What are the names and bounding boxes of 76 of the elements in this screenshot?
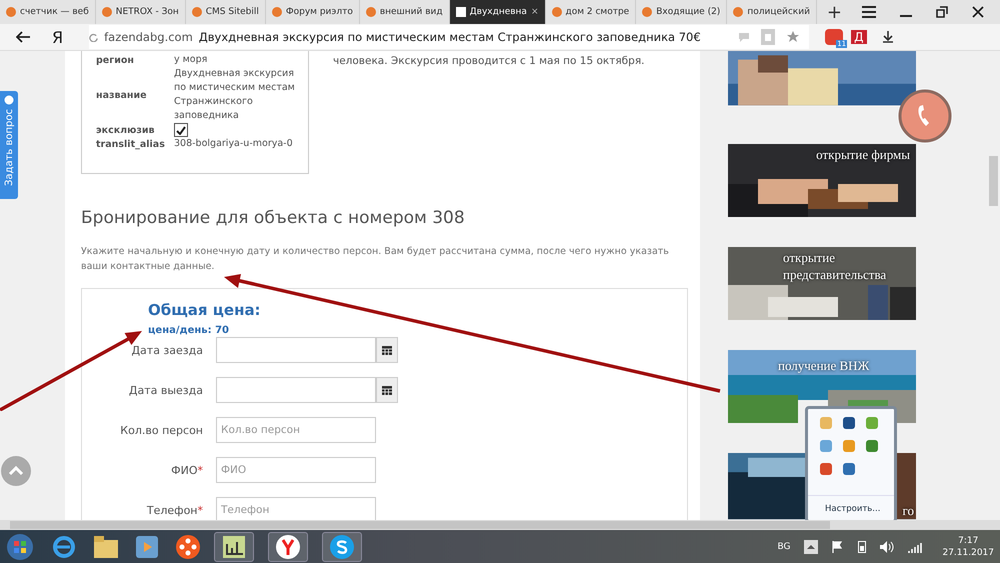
property-label: название <box>96 90 148 100</box>
close-tab-button[interactable]: × <box>530 7 538 17</box>
chart-app-icon[interactable] <box>223 536 245 558</box>
property-label: регион <box>96 54 135 66</box>
download-icon[interactable] <box>882 31 892 43</box>
input-field[interactable]: Телефон <box>216 497 376 520</box>
field-label: Кол.во персон <box>119 424 204 436</box>
scrollbar-thumb[interactable] <box>989 156 998 206</box>
input-field[interactable] <box>216 377 376 403</box>
field-label: Дата выезда <box>128 384 204 396</box>
input-field[interactable]: ФИО <box>216 457 376 483</box>
reload-icon[interactable] <box>89 32 98 42</box>
property-value: 308-bolgariya-u-morya-0 <box>174 137 293 151</box>
site-icon <box>456 7 466 17</box>
media-player-icon[interactable] <box>136 536 158 558</box>
restore-icon[interactable] <box>936 6 948 18</box>
calendar-button[interactable] <box>376 337 398 363</box>
input-field[interactable] <box>216 337 376 363</box>
reel-icon[interactable] <box>176 534 200 558</box>
calendar-icon <box>382 385 392 395</box>
extension-button[interactable]: Д <box>851 30 866 44</box>
battery-icon[interactable] <box>858 540 866 553</box>
property-label: translit_alias <box>96 138 166 150</box>
new-tab-button[interactable]: + <box>816 0 852 24</box>
site-icon <box>272 7 282 17</box>
ask-question-tab[interactable]: Задать вопрос <box>0 91 18 199</box>
app-icon[interactable] <box>843 417 855 429</box>
language-indicator[interactable]: BG <box>777 542 790 552</box>
yandex-button[interactable]: Я <box>46 28 74 46</box>
site-icon <box>102 7 112 17</box>
property-value: Двухдневная экскурсия по мистическим местам Странжинского заповедника <box>174 67 296 123</box>
banner-caption[interactable]: го <box>902 503 914 519</box>
checkbox[interactable] <box>174 123 188 137</box>
show-hidden-icons-button[interactable] <box>804 540 818 554</box>
folder-icon[interactable] <box>94 536 118 558</box>
field-label: Телефон* <box>146 504 204 516</box>
clock-time[interactable]: 7:17 <box>958 534 978 546</box>
description-text: человека. Экскурсия проводится с 1 мая по 15 октября. <box>333 55 644 69</box>
back-icon[interactable] <box>16 31 30 43</box>
site-icon <box>6 7 16 17</box>
browser-icon[interactable] <box>52 534 76 558</box>
skype-icon[interactable] <box>330 534 354 558</box>
clock-date[interactable]: 27.11.2017 <box>942 546 994 558</box>
booking-heading: Бронирование для объекта с номером 308 <box>81 208 466 228</box>
field-label: ФИО* <box>170 464 204 476</box>
site-icon <box>642 7 652 17</box>
property-value: у моря <box>174 53 208 67</box>
app-icon[interactable] <box>843 463 855 475</box>
field-label: Дата заезда <box>130 344 204 356</box>
volume-icon[interactable] <box>880 540 894 552</box>
site-icon <box>733 7 744 17</box>
flag-icon[interactable] <box>832 540 844 552</box>
total-price-title: Общая цена: <box>148 301 262 319</box>
scrollbar-thumb[interactable] <box>10 521 830 529</box>
address-field[interactable]: fazendabg.com Двухдневная экскурсия по мистическим местам Странжинского заповедника 70€ <box>89 25 810 49</box>
app-icon[interactable] <box>820 463 832 475</box>
site-icon <box>192 7 202 17</box>
calendar-button[interactable] <box>376 377 398 403</box>
price-per-day: цена/день: 70 <box>148 325 687 336</box>
input-field[interactable]: Кол.во персон <box>216 417 376 443</box>
menu-icon[interactable] <box>862 6 876 18</box>
phone-call-button[interactable] <box>898 89 952 143</box>
browser-tab[interactable]: Двухдневна × <box>450 0 546 24</box>
signal-icon[interactable] <box>908 540 922 552</box>
calendar-icon <box>382 345 392 355</box>
start-button[interactable] <box>6 532 34 560</box>
yandex-browser-icon[interactable] <box>276 534 300 558</box>
site-icon <box>366 7 376 17</box>
banner-caption[interactable]: открытие фирмы <box>816 147 910 163</box>
property-label: эксклюзив <box>96 124 156 136</box>
chat-icon <box>4 95 14 105</box>
booking-instructions: Укажите начальную и конечную дату и количество персон. Вам будет рассчитана сумма, после чего нужно указать ваши контактные данные. <box>81 245 670 274</box>
app-icon[interactable] <box>866 440 878 452</box>
star-icon[interactable] <box>787 31 800 43</box>
site-icon <box>552 7 562 17</box>
close-icon[interactable] <box>972 6 984 18</box>
